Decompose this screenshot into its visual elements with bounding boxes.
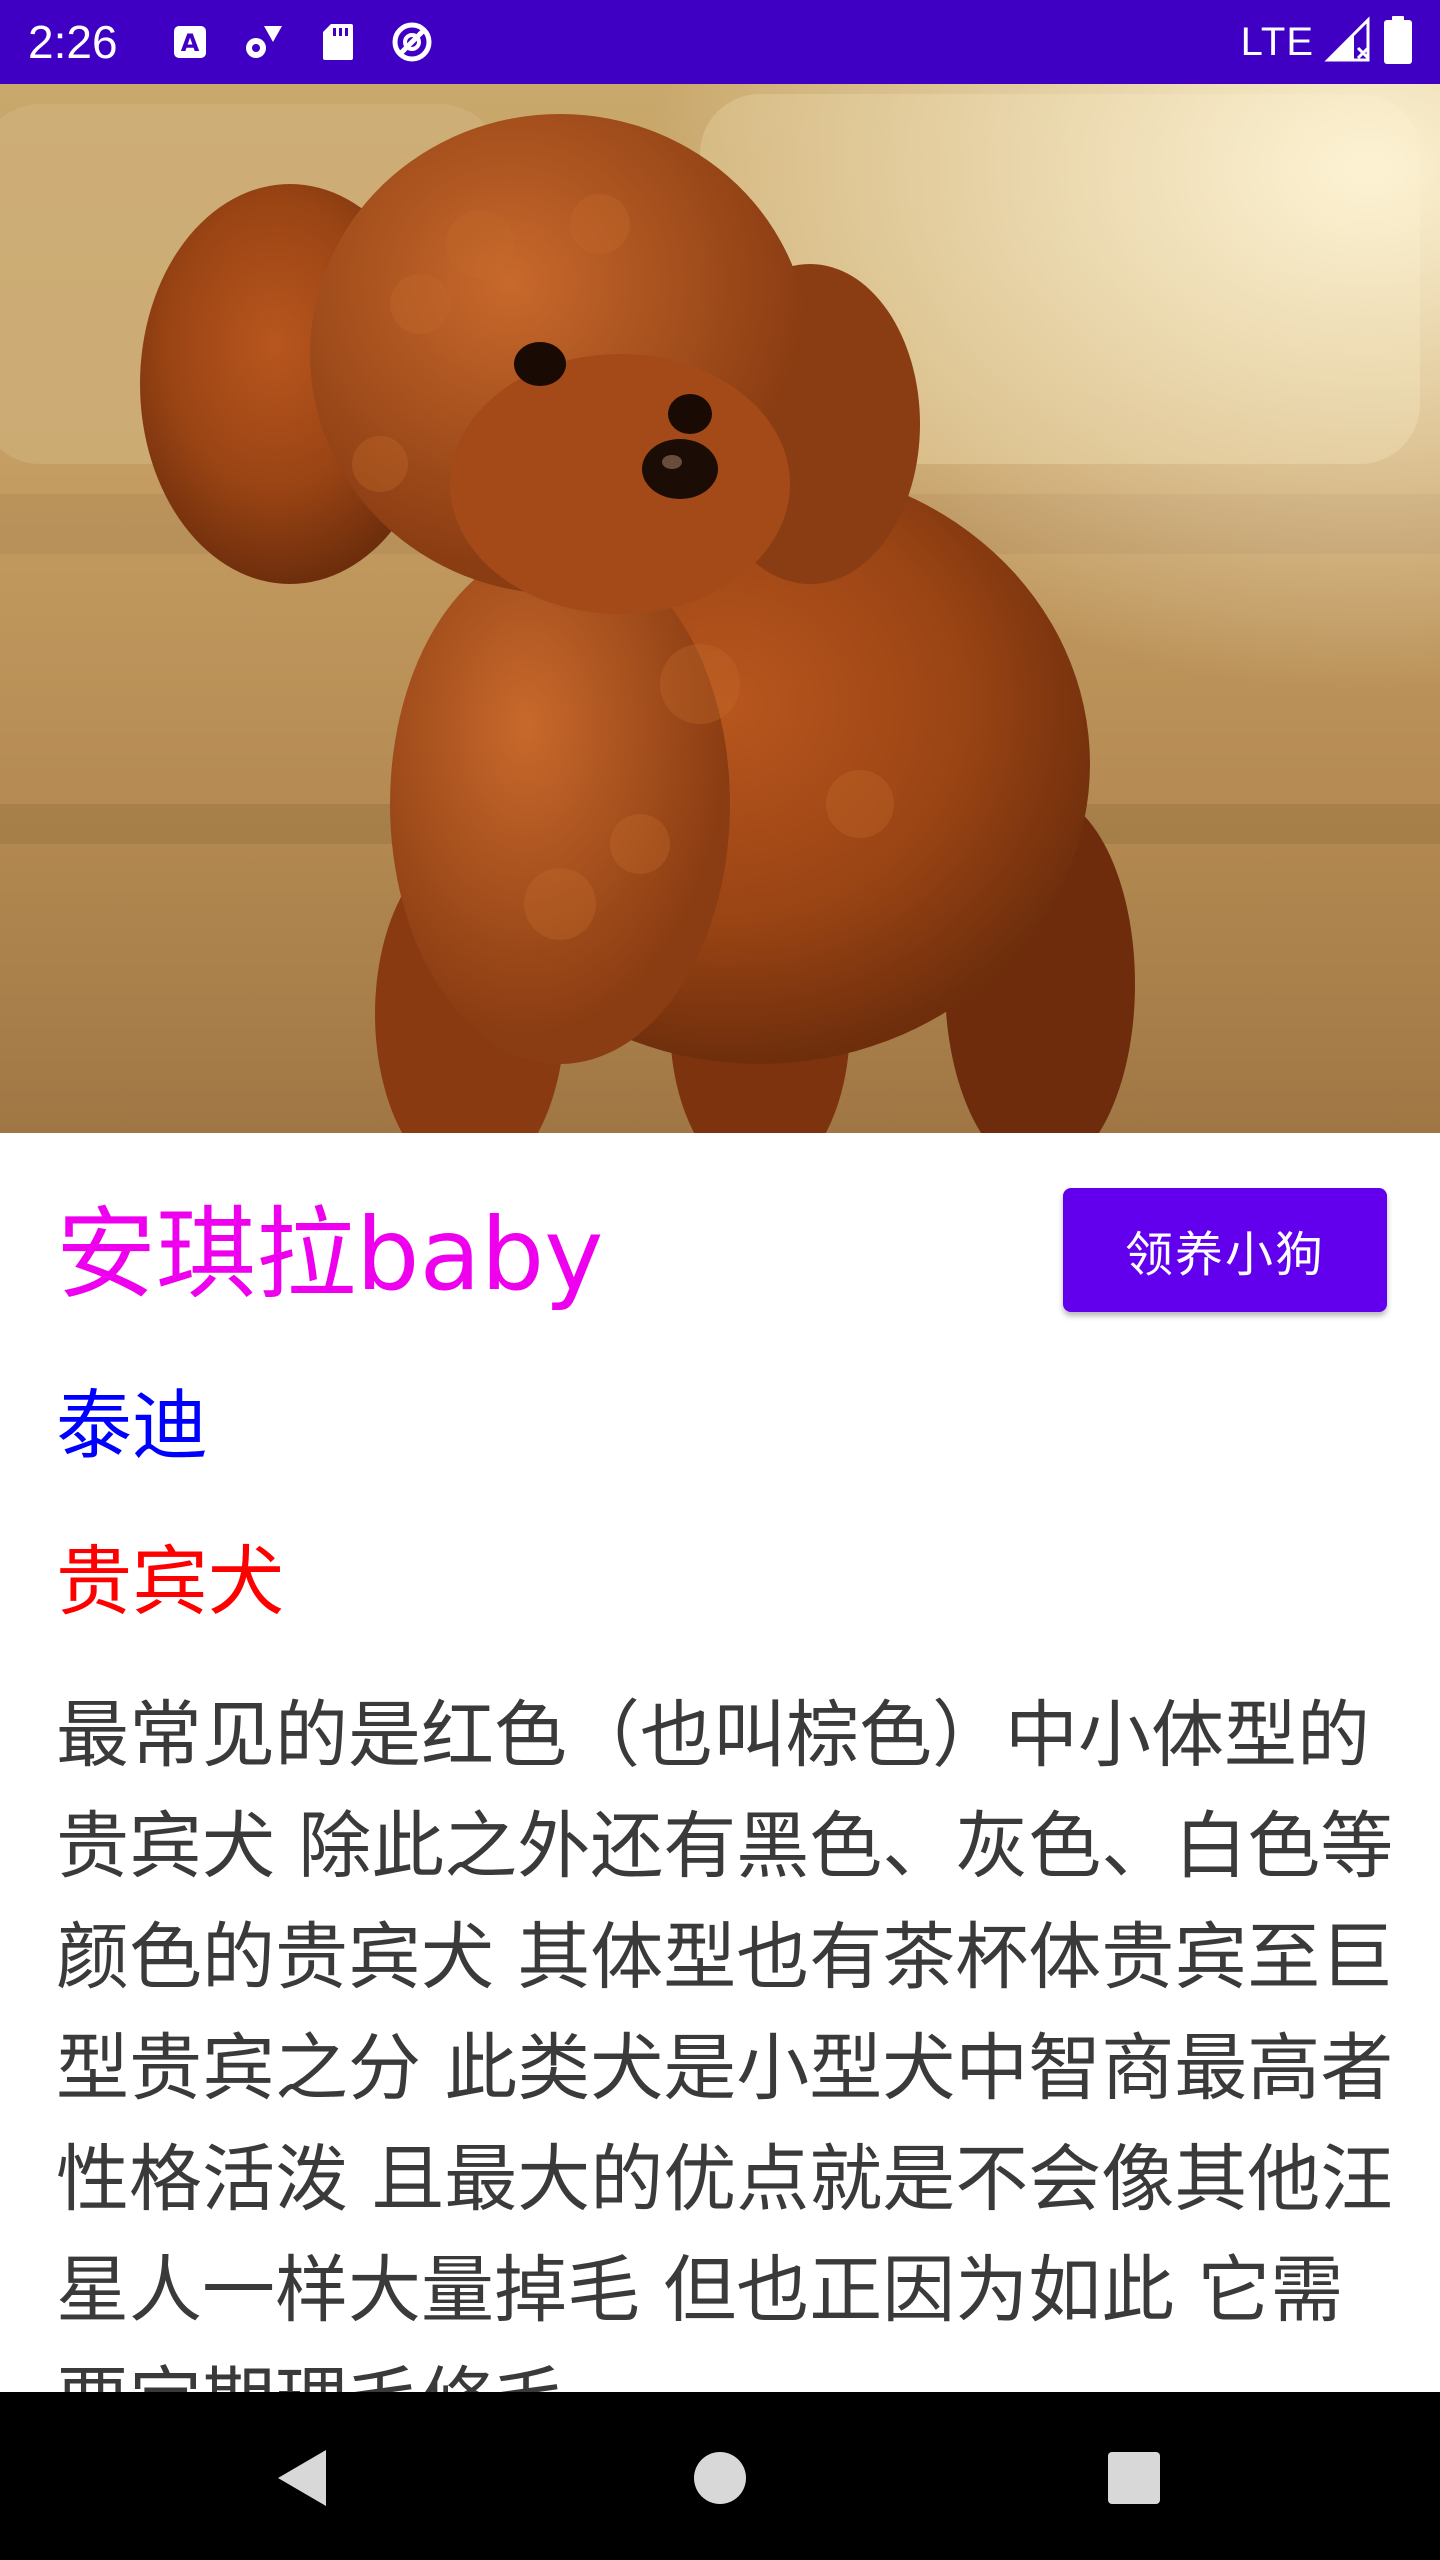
signal-icon [1324, 16, 1372, 68]
dog-description: 最常见的是红色（也叫棕色）中小体型的贵宾犬 除此之外还有黑色、灰色、白色等颜色的… [56, 1693, 1394, 2392]
status-time: 2:26 [28, 16, 118, 68]
status-bar: 2:26 A LTE [0, 0, 1440, 84]
network-type: LTE [1240, 20, 1314, 64]
battery-icon [1382, 14, 1414, 70]
navigation-bar [0, 2392, 1440, 2560]
dog-breed-alt: 贵宾犬 [56, 1537, 284, 1626]
svg-text:A: A [181, 29, 200, 57]
do-not-disturb-icon [388, 18, 436, 66]
system-indicators: LTE [1241, 14, 1414, 70]
dog-name: 安琪拉baby [56, 1196, 604, 1313]
notification-icons: A [166, 18, 436, 66]
recents-icon[interactable] [1096, 2440, 1172, 2516]
adopt-dog-button[interactable]: 领养小狗 [1063, 1188, 1387, 1312]
settings-sync-icon [240, 18, 288, 66]
sd-card-icon [314, 18, 362, 66]
dog-photo [0, 84, 1440, 1133]
home-icon[interactable] [682, 2440, 758, 2516]
app-a-icon: A [166, 18, 214, 66]
back-icon[interactable] [264, 2440, 340, 2516]
dog-breed: 泰迪 [56, 1381, 208, 1470]
